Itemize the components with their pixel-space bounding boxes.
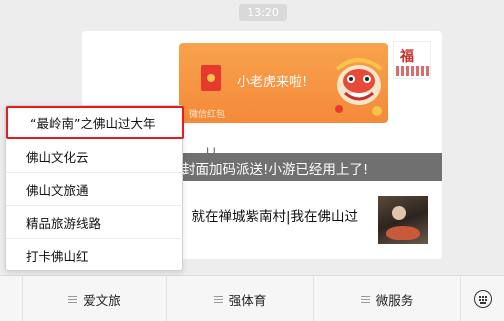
submenu-item-label: “最岭南”之佛山过大年 bbox=[30, 116, 156, 131]
menu-item-label: 强体育 bbox=[228, 292, 267, 308]
menu-item-weifuwu[interactable]: 微服务 bbox=[314, 276, 461, 321]
logo-text-stripe bbox=[396, 66, 430, 76]
submenu-item-label: 佛山文化云 bbox=[26, 149, 89, 165]
red-packet-message[interactable]: 小老虎来啦! 微信红包 bbox=[179, 43, 388, 123]
banner-text: 封面加码派送!小游已经用上了! bbox=[182, 162, 369, 178]
menu-item-aiwenlv[interactable]: 爱文旅 bbox=[22, 276, 167, 321]
keyboard-toggle-button[interactable] bbox=[461, 276, 504, 321]
logo-mark: 福 bbox=[400, 49, 414, 65]
bottom-menu-bar: 爱文旅 强体育 微服务 bbox=[0, 275, 504, 321]
red-packet-title: 小老虎来啦! bbox=[237, 75, 308, 90]
submenu-popup: “最岭南”之佛山过大年 佛山文化云 佛山文旅通 精品旅游线路 打卡佛山红 bbox=[5, 105, 184, 272]
hamburger-icon bbox=[360, 295, 370, 303]
submenu-item-culture-travel[interactable]: 佛山文旅通 bbox=[6, 173, 184, 206]
hamburger-icon bbox=[213, 295, 223, 303]
lion-dance-illustration bbox=[335, 58, 383, 116]
menu-item-label: 微服务 bbox=[375, 292, 414, 308]
red-packet-footer: 微信红包 bbox=[189, 110, 226, 120]
red-envelope-icon bbox=[201, 65, 221, 91]
submenu-item-label: 打卡佛山红 bbox=[26, 249, 89, 264]
submenu-item-culture-cloud[interactable]: 佛山文化云 bbox=[6, 140, 184, 173]
submenu-item-foshan-new-year[interactable]: “最岭南”之佛山过大年 bbox=[6, 106, 184, 139]
submenu-item-travel-routes[interactable]: 精品旅游线路 bbox=[6, 206, 184, 239]
submenu-item-label: 佛山文旅通 bbox=[26, 182, 89, 198]
article-thumbnail[interactable] bbox=[378, 196, 428, 244]
hamburger-icon bbox=[68, 295, 78, 303]
menu-item-label: 爱文旅 bbox=[83, 292, 121, 308]
message-timestamp: 13:20 bbox=[239, 4, 287, 21]
account-logo: 福 bbox=[393, 41, 431, 79]
article-title[interactable]: ，就在禅城紫南村|我在佛山过 bbox=[178, 205, 358, 225]
submenu-item-label: 精品旅游线路 bbox=[26, 215, 102, 231]
menu-item-qiangtiyu[interactable]: 强体育 bbox=[167, 276, 314, 321]
submenu-item-checkin-red[interactable]: 打卡佛山红 bbox=[6, 239, 184, 272]
keyboard-icon bbox=[473, 290, 492, 308]
